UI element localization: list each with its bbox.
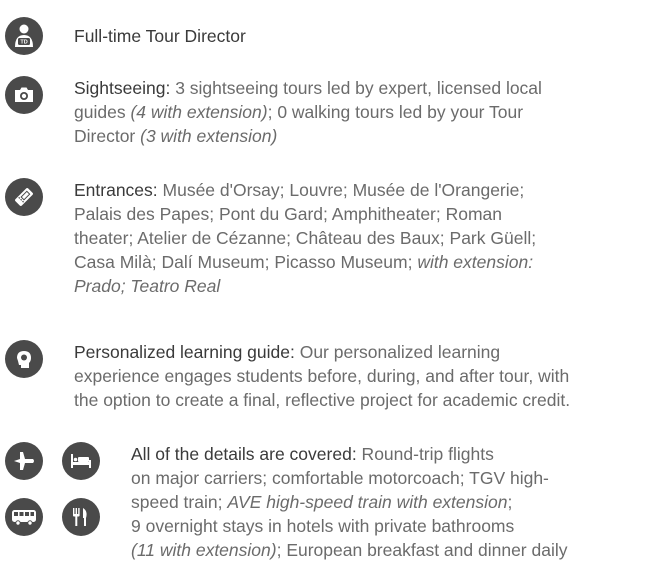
details-text-segment: (11 with extension) bbox=[131, 540, 277, 560]
tour-director-badge-icon: TD bbox=[5, 17, 43, 55]
details-text: All of the details are covered: Round-tr… bbox=[131, 442, 567, 562]
entrances-label: Entrances: bbox=[74, 180, 158, 200]
learning-line: the option to create a final, reflective… bbox=[74, 388, 570, 412]
airplane-icon bbox=[5, 442, 43, 480]
entrances-text: Entrances: Musée d'Orsay; Louvre; Musée … bbox=[74, 178, 536, 298]
sightseeing-line: Sightseeing: 3 sightseeing tours led by … bbox=[74, 76, 542, 100]
head-learning-icon bbox=[5, 340, 43, 378]
entrances-line: Casa Milà; Dalí Museum; Picasso Museum; … bbox=[74, 250, 536, 274]
sightseeing-text-segment: (3 with extension) bbox=[140, 126, 278, 146]
tour-director-text: Full-time Tour Director bbox=[74, 24, 246, 48]
entrances-text-segment: Prado; Teatro Real bbox=[74, 276, 221, 296]
details-line: (11 with extension); European breakfast … bbox=[131, 538, 567, 562]
sightseeing-line: guides (4 with extension); 0 walking tou… bbox=[74, 100, 542, 124]
details-label: All of the details are covered: bbox=[131, 444, 357, 464]
bus-icon bbox=[5, 498, 43, 536]
sightseeing-text-segment: 3 sightseeing tours led by expert, licen… bbox=[170, 78, 542, 98]
entrances-text-segment: Palais des Papes; Pont du Gard; Amphithe… bbox=[74, 204, 503, 224]
svg-text:TD: TD bbox=[20, 40, 27, 46]
learning-label: Personalized learning guide: bbox=[74, 342, 295, 362]
sightseeing-line: Director (3 with extension) bbox=[74, 124, 542, 148]
details-text-segment: AVE high-speed train with extension bbox=[227, 492, 508, 512]
learning-text-segment: Our personalized learning bbox=[294, 342, 501, 362]
sightseeing-text-segment: Director bbox=[74, 126, 141, 146]
sightseeing-text-segment: (4 with extension) bbox=[130, 102, 268, 122]
entrances-text-segment: Casa Milà; Dalí Museum; Picasso Museum; bbox=[74, 252, 418, 272]
entrances-text-segment: Musée d'Orsay; Louvre; Musée de l'Orange… bbox=[157, 180, 525, 200]
learning-line: experience engages students before, duri… bbox=[74, 364, 570, 388]
details-text-segment: Round-trip flights bbox=[356, 444, 494, 464]
details-text-segment: 9 overnight stays in hotels with private… bbox=[131, 516, 515, 536]
learning-line: Personalized learning guide: Our persona… bbox=[74, 340, 570, 364]
learning-text-segment: the option to create a final, reflective… bbox=[74, 390, 571, 410]
details-line: on major carriers; comfortable motorcoac… bbox=[131, 466, 567, 490]
entrances-line: Entrances: Musée d'Orsay; Louvre; Musée … bbox=[74, 178, 536, 202]
ticket-icon bbox=[5, 178, 43, 216]
entrances-line: Palais des Papes; Pont du Gard; Amphithe… bbox=[74, 202, 536, 226]
tour-director-title: Full-time Tour Director bbox=[74, 26, 246, 46]
entrances-line: Prado; Teatro Real bbox=[74, 274, 536, 298]
details-text-segment: on major carriers; comfortable motorcoac… bbox=[131, 468, 549, 488]
entrances-line: theater; Atelier de Cézanne; Château des… bbox=[74, 226, 536, 250]
details-line: speed train; AVE high-speed train with e… bbox=[131, 490, 567, 514]
details-text-segment: ; European breakfast and dinner daily bbox=[276, 540, 568, 560]
sightseeing-label: Sightseeing: bbox=[74, 78, 171, 98]
camera-icon bbox=[5, 76, 43, 114]
details-text-segment: ; bbox=[507, 492, 513, 512]
sightseeing-text: Sightseeing: 3 sightseeing tours led by … bbox=[74, 76, 542, 148]
learning-text-segment: experience engages students before, duri… bbox=[74, 366, 570, 386]
details-line: 9 overnight stays in hotels with private… bbox=[131, 514, 567, 538]
bed-icon bbox=[62, 442, 100, 480]
details-text-segment: speed train; bbox=[131, 492, 228, 512]
fork-knife-icon bbox=[62, 498, 100, 536]
entrances-text-segment: theater; Atelier de Cézanne; Château des… bbox=[74, 228, 537, 248]
entrances-text-segment: with extension: bbox=[417, 252, 534, 272]
sightseeing-text-segment: ; 0 walking tours led by your Tour bbox=[267, 102, 524, 122]
learning-text: Personalized learning guide: Our persona… bbox=[74, 340, 570, 412]
sightseeing-text-segment: guides bbox=[74, 102, 131, 122]
details-line: All of the details are covered: Round-tr… bbox=[131, 442, 567, 466]
